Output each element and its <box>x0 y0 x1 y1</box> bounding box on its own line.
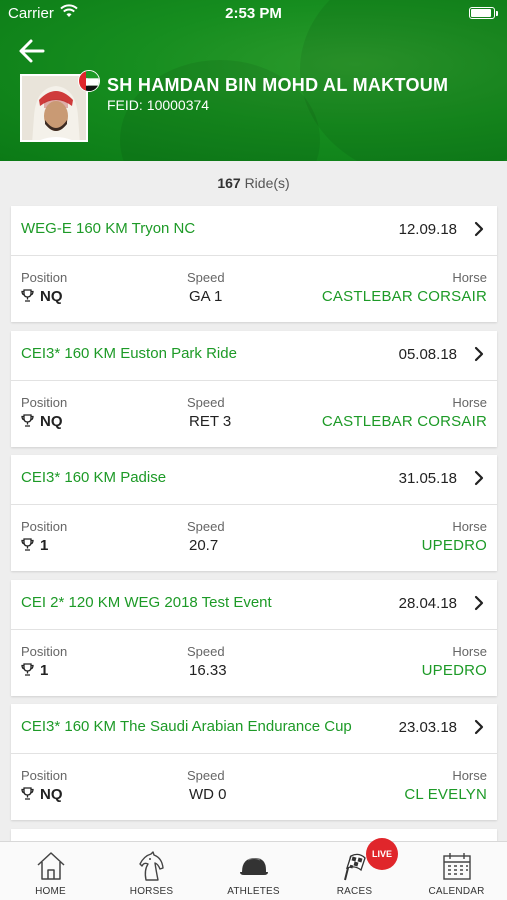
event-name: CEI3* 160 KM Euston Park Ride <box>21 345 237 362</box>
speed-value: WD 0 <box>189 786 227 803</box>
horse-icon <box>139 851 164 881</box>
speed-label: Speed <box>187 270 225 285</box>
divider <box>11 629 497 630</box>
tab-athletes[interactable]: ATHLETES <box>203 842 304 900</box>
speed-value: RET 3 <box>189 413 232 430</box>
speed-label: Speed <box>187 768 225 783</box>
position-text: 1 <box>40 662 49 679</box>
result-card[interactable]: CEI3* 160 KM Euston Park Ride 05.08.18 P… <box>11 331 497 447</box>
back-arrow-icon[interactable] <box>18 38 46 64</box>
position-text: NQ <box>40 288 63 305</box>
bottom-tab-bar: HOME HORSES ATHLETES RACES CALENDAR <box>0 841 507 900</box>
horse-label: Horse <box>452 768 487 783</box>
speed-label: Speed <box>187 395 225 410</box>
result-card[interactable]: CEI 2* 120 KM WEG 2018 Test Event 28.04.… <box>11 580 497 696</box>
event-name: CEI3* 160 KM Padise <box>21 469 167 486</box>
feid-line: FEID: 10000374 <box>107 97 209 113</box>
position-label: Position <box>21 644 68 659</box>
chevron-right-icon[interactable] <box>474 470 484 486</box>
profile-header: Carrier 2:53 PM SH HAMDAN BIN MOHD AL MA… <box>0 0 507 161</box>
speed-value: 16.33 <box>189 662 227 679</box>
divider <box>11 753 497 754</box>
chevron-right-icon[interactable] <box>474 221 484 237</box>
tab-label: RACES <box>336 886 373 897</box>
horse-name-link[interactable]: CASTLEBAR CORSAIR <box>322 413 487 430</box>
home-icon <box>37 852 65 880</box>
result-card[interactable]: WEG-E 160 KM Tryon NC 12.09.18 Position … <box>11 206 497 322</box>
horse-name-link[interactable]: UPEDRO <box>422 537 487 554</box>
position-label: Position <box>21 519 68 534</box>
position-text: NQ <box>40 413 63 430</box>
position-label: Position <box>21 270 68 285</box>
divider <box>11 380 497 381</box>
trophy-icon <box>21 663 34 676</box>
live-badge[interactable]: LIVE <box>366 838 398 870</box>
event-date: 28.04.18 <box>398 595 457 612</box>
horse-label: Horse <box>452 644 487 659</box>
tab-label: CALENDAR <box>428 886 485 897</box>
horse-name-link[interactable]: CL EVELYN <box>404 786 487 803</box>
tab-horses[interactable]: HORSES <box>101 842 202 900</box>
tab-label: ATHLETES <box>227 886 280 897</box>
status-bar: Carrier 2:53 PM <box>0 0 507 28</box>
speed-value: GA 1 <box>189 288 223 305</box>
feid-value: 10000374 <box>146 97 210 113</box>
horse-label: Horse <box>452 519 487 534</box>
rides-count-suffix: Ride(s) <box>244 175 290 191</box>
tab-home[interactable]: HOME <box>0 842 101 900</box>
event-name: CEI 2* 120 KM WEG 2018 Test Event <box>21 594 272 611</box>
chevron-right-icon[interactable] <box>474 719 484 735</box>
position-value: NQ <box>21 786 63 803</box>
feid-label: FEID: <box>107 97 143 113</box>
horse-label: Horse <box>452 395 487 410</box>
position-text: 1 <box>40 537 49 554</box>
divider <box>11 255 497 256</box>
event-name: CEI3* 160 KM The Saudi Arabian Endurance… <box>21 718 352 735</box>
tab-calendar[interactable]: CALENDAR <box>406 842 507 900</box>
tab-label: HOME <box>35 886 66 897</box>
event-name: WEG-E 160 KM Tryon NC <box>21 220 196 237</box>
position-value: 1 <box>21 662 48 679</box>
result-card[interactable]: CEI3* 160 KM The Saudi Arabian Endurance… <box>11 704 497 820</box>
calendar-icon <box>443 853 471 880</box>
horse-label: Horse <box>452 270 487 285</box>
uae-flag-icon <box>78 70 100 92</box>
helmet-icon <box>240 858 268 875</box>
position-label: Position <box>21 768 68 783</box>
rides-count: 167 Ride(s) <box>0 175 507 191</box>
speed-label: Speed <box>187 519 225 534</box>
trophy-icon <box>21 787 34 800</box>
horse-name-link[interactable]: UPEDRO <box>422 662 487 679</box>
position-text: NQ <box>40 786 63 803</box>
clock: 2:53 PM <box>225 5 282 22</box>
horse-name-link[interactable]: CASTLEBAR CORSAIR <box>322 288 487 305</box>
event-date: 05.08.18 <box>398 346 457 363</box>
position-value: 1 <box>21 537 48 554</box>
position-label: Position <box>21 395 68 410</box>
speed-label: Speed <box>187 644 225 659</box>
trophy-icon <box>21 538 34 551</box>
speed-value: 20.7 <box>189 537 219 554</box>
battery-icon <box>469 7 498 19</box>
result-card[interactable]: CEI3* 160 KM Padise 31.05.18 Position Sp… <box>11 455 497 571</box>
trophy-icon <box>21 289 34 302</box>
position-value: NQ <box>21 288 63 305</box>
event-date: 12.09.18 <box>398 221 457 238</box>
position-value: NQ <box>21 413 63 430</box>
athlete-name: SH HAMDAN BIN MOHD AL MAKTOUM <box>107 75 449 95</box>
tab-label: HORSES <box>129 886 174 897</box>
chevron-right-icon[interactable] <box>474 595 484 611</box>
divider <box>11 504 497 505</box>
chevron-right-icon[interactable] <box>474 346 484 362</box>
event-date: 31.05.18 <box>398 470 457 487</box>
trophy-icon <box>21 414 34 427</box>
rides-count-value: 167 <box>217 175 241 191</box>
event-date: 23.03.18 <box>398 719 457 736</box>
